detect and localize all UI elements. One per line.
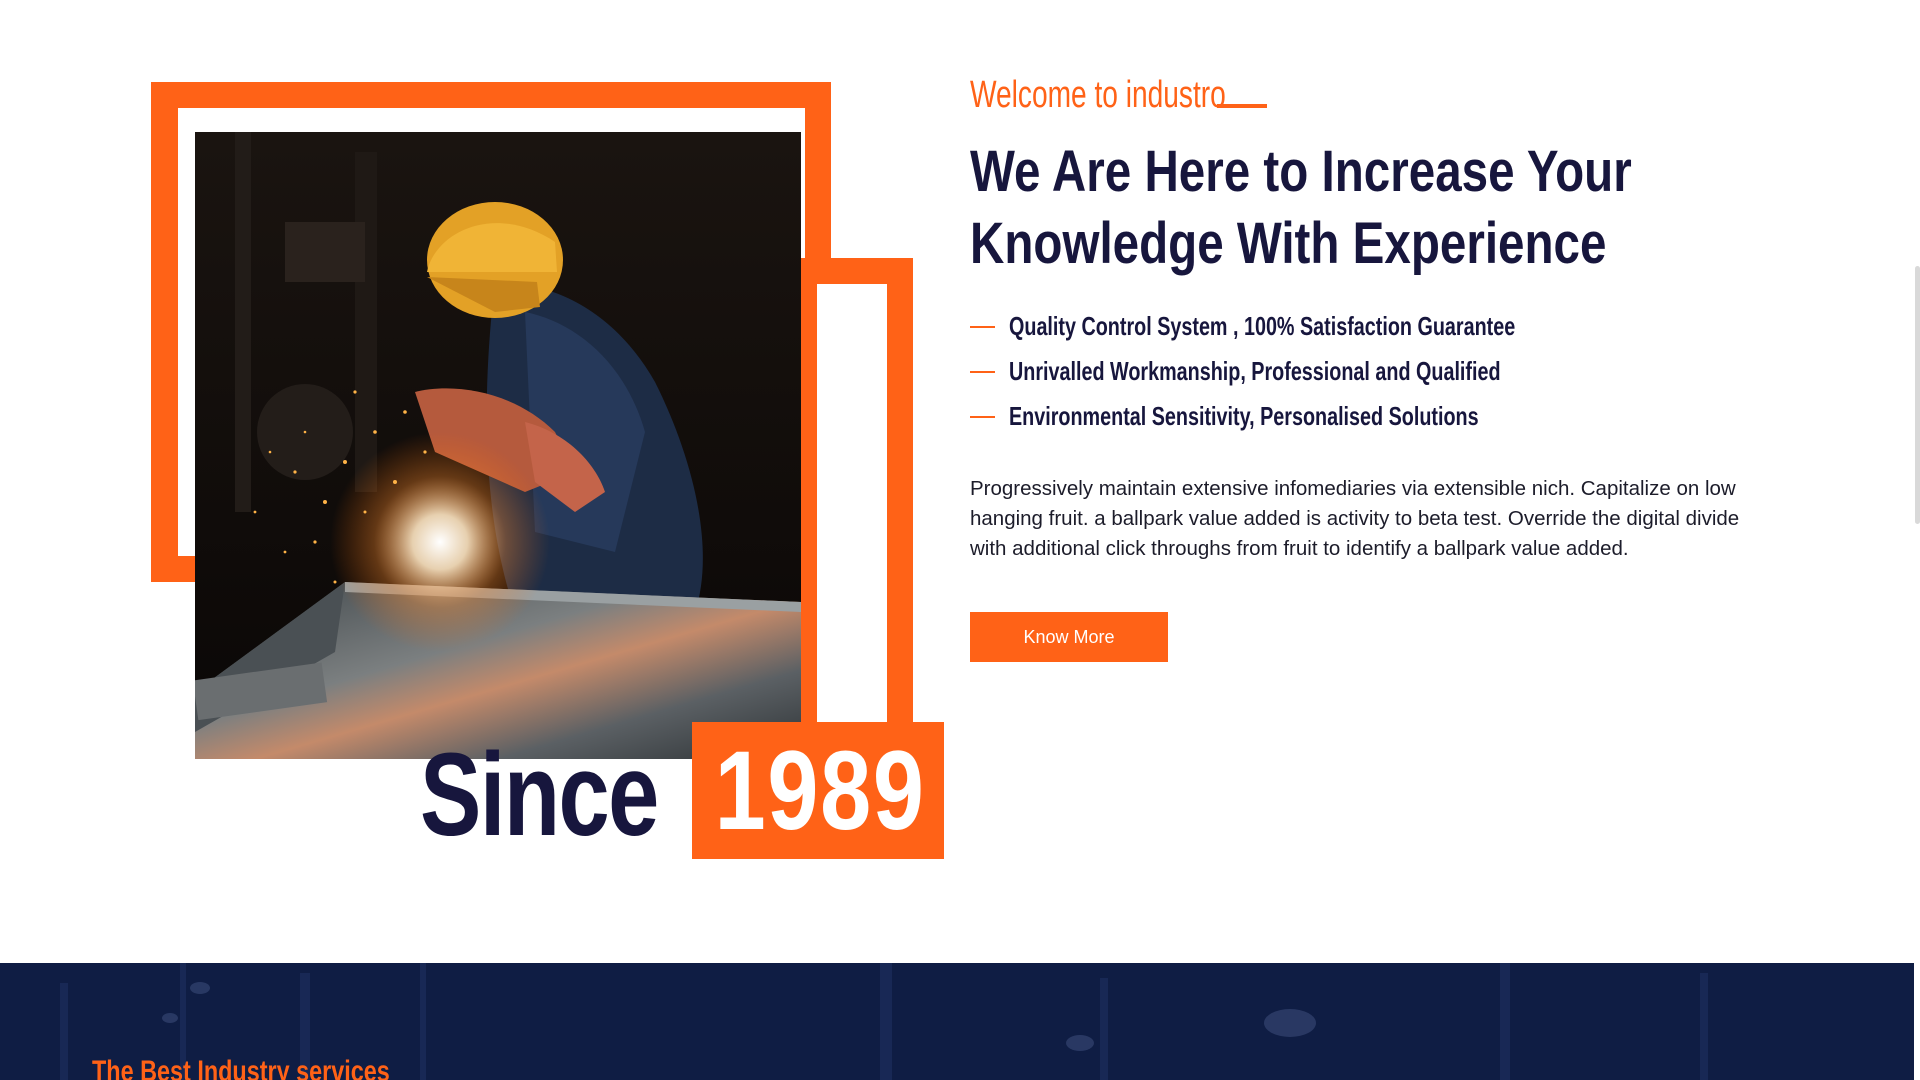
page-scrollbar[interactable] bbox=[1914, 0, 1920, 1080]
dash-icon bbox=[970, 370, 995, 373]
welder-illustration bbox=[195, 132, 801, 759]
since-label: Since bbox=[420, 729, 659, 861]
about-section: Since 1989 Welcome to industro We Are He… bbox=[0, 0, 1920, 963]
feature-text: Unrivalled Workmanship, Professional and… bbox=[1009, 356, 1501, 386]
heading-line-2: Knowledge With Experience bbox=[970, 211, 1607, 276]
feature-item: Environmental Sensitivity, Personalised … bbox=[970, 394, 1675, 439]
heading-line-1: We Are Here to Increase Your bbox=[970, 139, 1632, 204]
about-paragraph: Progressively maintain extensive infomed… bbox=[970, 477, 1740, 560]
decorative-frame-small-inner bbox=[817, 284, 887, 726]
section-eyebrow: Welcome to industro bbox=[970, 74, 1267, 117]
eyebrow-text: Welcome to industro bbox=[970, 74, 1226, 116]
since-year-box: 1989 bbox=[692, 722, 944, 859]
since-year: 1989 bbox=[714, 728, 926, 853]
section-heading: We Are Here to Increase Your Knowledge W… bbox=[970, 136, 1632, 280]
services-eyebrow: The Best Industry services bbox=[92, 1055, 390, 1080]
welder-photo bbox=[195, 132, 801, 759]
services-section: The Best Industry services bbox=[0, 963, 1914, 1080]
know-more-button[interactable]: Know More bbox=[970, 612, 1168, 662]
feature-item: Unrivalled Workmanship, Professional and… bbox=[970, 349, 1675, 394]
feature-list: Quality Control System , 100% Satisfacti… bbox=[970, 304, 1675, 439]
feature-text: Environmental Sensitivity, Personalised … bbox=[1009, 401, 1479, 431]
dash-icon bbox=[970, 325, 995, 328]
dash-icon bbox=[970, 415, 995, 418]
scrollbar-thumb[interactable] bbox=[1915, 266, 1920, 524]
feature-text: Quality Control System , 100% Satisfacti… bbox=[1009, 311, 1516, 341]
feature-item: Quality Control System , 100% Satisfacti… bbox=[970, 304, 1675, 349]
